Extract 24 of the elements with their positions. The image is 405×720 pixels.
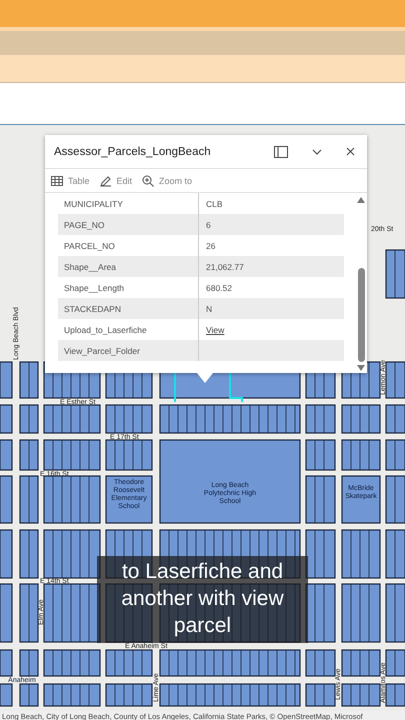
zoom-in-icon [142,174,154,186]
close-icon[interactable] [346,147,355,156]
dock-icon[interactable] [274,146,288,158]
field-value: 6 [206,220,211,230]
collapse-chevron-icon[interactable] [312,148,322,154]
zoom-action-button[interactable]: Zoom to [142,174,192,186]
field-name: Shape__Area [58,256,199,277]
table-icon [51,176,63,186]
field-value: 21,062.77 [206,262,244,272]
popup-title: Assessor_Parcels_LongBeach [54,146,212,158]
field-name: STACKEDAPN [58,298,199,319]
field-value: 680.52 [206,282,232,292]
scroll-down-icon[interactable] [357,365,365,371]
table-action-button[interactable]: Table [51,176,90,186]
pencil-icon [100,174,112,186]
scroll-up-icon[interactable] [357,197,365,203]
field-value: CLB [206,198,223,208]
video-caption: to Laserfiche and another with view parcel [97,556,308,643]
view-link[interactable]: View [206,324,224,334]
field-name: PAGE_NO [58,214,199,235]
field-value: 26 [206,240,216,250]
edit-action-button[interactable]: Edit [100,174,132,186]
field-name: View_Parcel_Folder [58,340,199,361]
field-value: N [206,304,212,314]
